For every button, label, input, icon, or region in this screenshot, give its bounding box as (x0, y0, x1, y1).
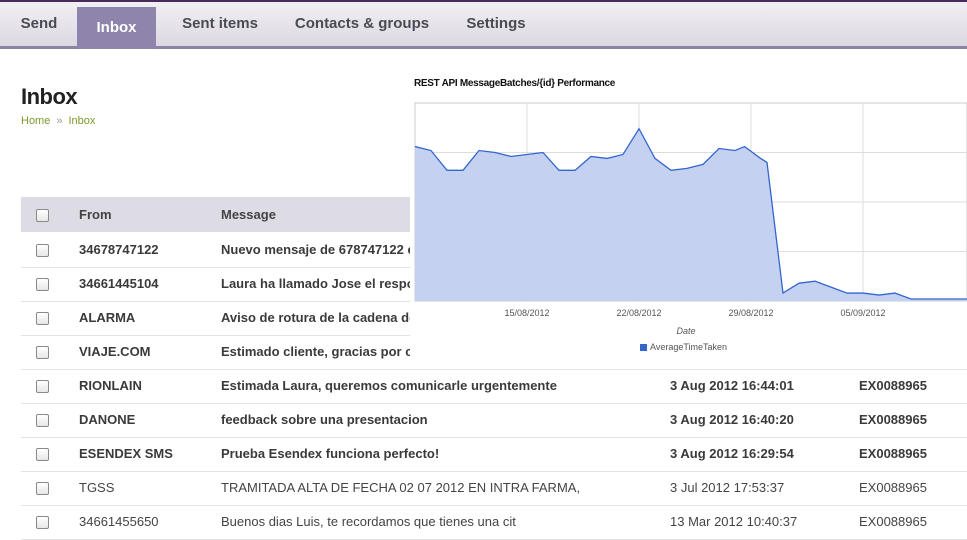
legend-swatch (640, 344, 647, 352)
x-axis-label: Date (676, 326, 695, 336)
row-from: ALARMA (79, 310, 136, 325)
x-tick-label: 15/08/2012 (504, 308, 549, 318)
row-checkbox[interactable] (36, 278, 49, 291)
row-from: TGSS (79, 480, 115, 495)
breadcrumb-current: Inbox (68, 115, 96, 127)
row-date: 3 Aug 2012 16:44:01 (670, 378, 794, 393)
row-from: 34661445104 (79, 276, 159, 291)
column-header-message[interactable]: Message (221, 197, 276, 232)
row-message: TRAMITADA ALTA DE FECHA 02 07 2012 EN IN… (221, 480, 581, 495)
nav-tab-contacts-groups[interactable]: Contacts & groups (282, 2, 442, 46)
row-from: ESENDEX SMS (79, 446, 173, 461)
x-tick-label: 22/08/2012 (616, 308, 661, 318)
message-row[interactable]: 34661455650 Buenos dias Luis, te recordam… (21, 505, 967, 540)
row-message: Estimada Laura, queremos comunicarle urg… (221, 378, 557, 393)
page-title: Inbox (21, 84, 78, 109)
x-tick-label: 05/09/2012 (840, 308, 885, 318)
row-from: 34678747122 (79, 242, 159, 257)
row-account: EX0088965 (859, 446, 927, 461)
row-checkbox[interactable] (36, 380, 49, 393)
message-row[interactable]: RIONLAIN Estimada Laura, queremos comunic… (21, 369, 967, 404)
select-all-checkbox[interactable] (36, 209, 49, 222)
nav-tab-inbox[interactable]: Inbox (77, 7, 156, 49)
row-from: RIONLAIN (79, 378, 142, 393)
row-account: EX0088965 (859, 412, 927, 427)
column-header-from[interactable]: From (79, 197, 112, 232)
breadcrumb-separator: » (56, 115, 63, 127)
row-message: feedback sobre una presentacion (221, 412, 428, 427)
row-message: Prueba Esendex funciona perfecto! (221, 446, 440, 461)
row-checkbox[interactable] (36, 244, 49, 257)
row-date: 3 Aug 2012 16:29:54 (670, 446, 794, 461)
message-row[interactable]: DANONE feedback sobre una presentacion 3 A… (21, 403, 967, 438)
nav-tab-send[interactable]: Send (0, 2, 78, 46)
message-row[interactable]: TGSS TRAMITADA ALTA DE FECHA 02 07 2012 E… (21, 471, 967, 506)
row-checkbox[interactable] (36, 482, 49, 495)
row-checkbox[interactable] (36, 346, 49, 359)
row-account: EX0088965 (859, 514, 927, 529)
message-row[interactable]: ESENDEX SMS Prueba Esendex funciona perfe… (21, 437, 967, 472)
row-date: 13 Mar 2012 10:40:37 (670, 514, 798, 529)
row-from: VIAJE.COM (79, 344, 151, 359)
row-checkbox[interactable] (36, 312, 49, 325)
breadcrumb-home-link[interactable]: Home (21, 115, 50, 127)
main-nav: Send Inbox Sent items Contacts & groups … (0, 2, 967, 49)
row-account: EX0088965 (859, 378, 927, 393)
row-account: EX0088965 (859, 480, 927, 495)
row-from: 34661455650 (79, 514, 159, 529)
row-message: Buenos dias Luis, te recordamos que tien… (221, 514, 516, 529)
x-tick-label: 29/08/2012 (728, 308, 773, 318)
performance-chart: REST API MessageBatches/{id} Performance… (410, 72, 967, 362)
nav-tab-sent-items[interactable]: Sent items (166, 2, 274, 46)
row-from: DANONE (79, 412, 136, 427)
row-checkbox[interactable] (36, 414, 49, 427)
chart-legend: AverageTimeTaken (640, 342, 727, 352)
row-checkbox[interactable] (36, 516, 49, 529)
legend-label: AverageTimeTaken (650, 342, 728, 352)
chart-canvas: 15/08/2012 22/08/2012 29/08/2012 05/09/2012… (414, 102, 967, 336)
row-checkbox[interactable] (36, 448, 49, 461)
nav-tab-settings[interactable]: Settings (456, 2, 536, 46)
breadcrumb: Home » Inbox (21, 115, 95, 127)
row-date: 3 Jul 2012 17:53:37 (670, 480, 785, 495)
row-date: 3 Aug 2012 16:40:20 (670, 412, 794, 427)
